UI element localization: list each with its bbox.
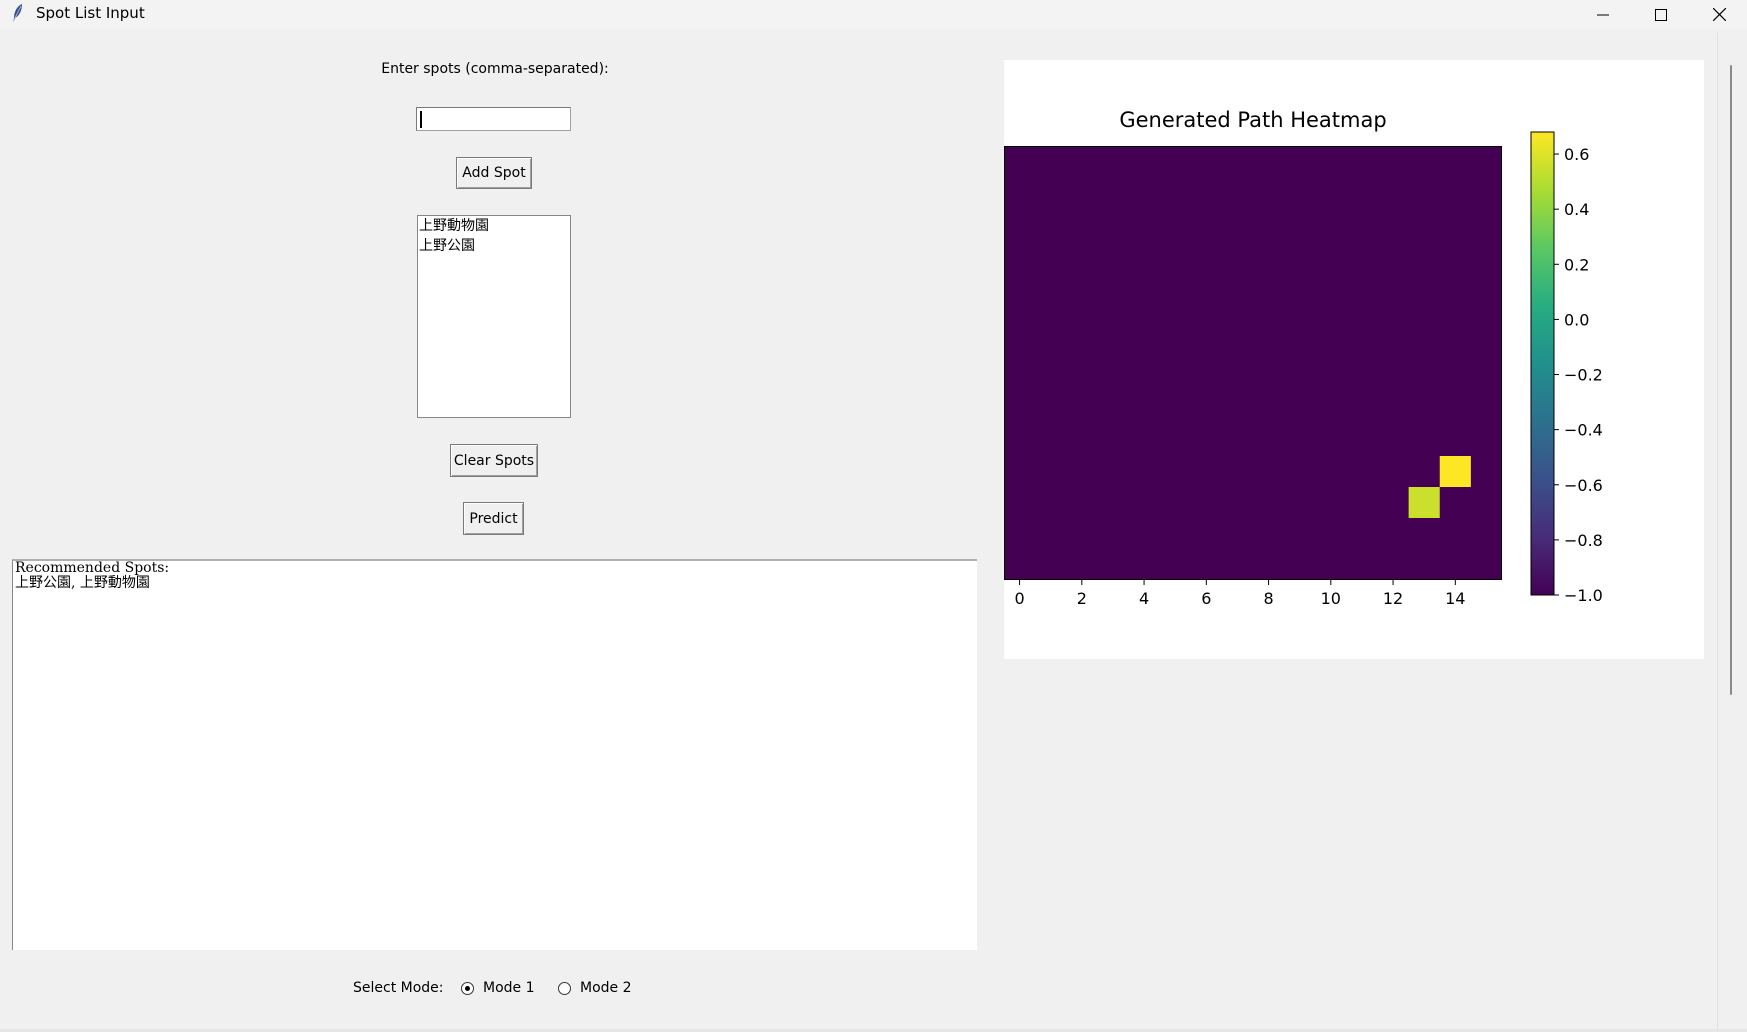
enter-spots-label: Enter spots (comma-separated):: [381, 61, 609, 77]
result-heading: Recommended Spots:: [15, 560, 170, 576]
heatmap-figure: Generated Path Heatmap 0 2 4 6 8 10 12 14 0.6 0.4 0…: [1004, 60, 1704, 659]
x-tick-label: 4: [1139, 589, 1149, 608]
spot-input[interactable]: [416, 107, 571, 131]
x-tick-label: 12: [1383, 589, 1403, 608]
text-caret: [420, 111, 422, 128]
add-spot-button[interactable]: Add Spot: [456, 157, 532, 189]
spot-listbox[interactable]: 上野動物園 上野公園: [417, 215, 571, 418]
mode-1-label[interactable]: Mode 1: [483, 980, 535, 996]
clear-spots-button[interactable]: Clear Spots: [450, 444, 538, 477]
minimize-icon: [1597, 14, 1609, 15]
close-button[interactable]: [1690, 0, 1747, 29]
maximize-button[interactable]: [1632, 0, 1690, 29]
list-item[interactable]: 上野動物園: [418, 216, 570, 236]
colorbar-tick-label: −1.0: [1564, 586, 1603, 605]
colorbar: [1530, 131, 1555, 596]
x-tick-label: 8: [1263, 589, 1273, 608]
x-tick-label: 14: [1445, 589, 1465, 608]
vertical-scrollbar[interactable]: [1717, 33, 1747, 1032]
colorbar-tick-label: −0.8: [1564, 531, 1603, 550]
colorbar-tick-label: 0.4: [1564, 200, 1589, 219]
title-bar: Spot List Input: [0, 0, 1747, 29]
colorbar-tick-label: 0.2: [1564, 255, 1589, 274]
colorbar-tick-label: 0.6: [1564, 145, 1589, 164]
result-spots: 上野公園, 上野動物園: [15, 575, 150, 591]
colorbar-tick-label: −0.4: [1564, 421, 1603, 440]
mode-2-label[interactable]: Mode 2: [580, 980, 632, 996]
heatmap-cell: [1408, 487, 1440, 518]
scrollbar-thumb[interactable]: [1730, 65, 1732, 695]
x-tick-label: 0: [1014, 589, 1024, 608]
heatmap-cell: [1439, 456, 1471, 487]
chart-title: Generated Path Heatmap: [1119, 108, 1386, 132]
result-textarea[interactable]: Recommended Spots: 上野公園, 上野動物園: [12, 559, 977, 950]
predict-button[interactable]: Predict: [463, 502, 524, 535]
x-tick-label: 2: [1077, 589, 1087, 608]
x-tick-label: 10: [1321, 589, 1341, 608]
maximize-icon: [1655, 8, 1667, 21]
mode-2-radio[interactable]: [558, 982, 571, 995]
list-item[interactable]: 上野公園: [418, 236, 570, 256]
feather-icon: [13, 4, 22, 22]
x-tick-label: 6: [1201, 589, 1211, 608]
colorbar-tick-label: 0.0: [1564, 310, 1589, 329]
window-title: Spot List Input: [36, 4, 145, 22]
minimize-button[interactable]: [1574, 0, 1632, 29]
select-mode-label: Select Mode:: [353, 980, 444, 996]
heatmap-chart: Generated Path Heatmap 0 2 4 6 8 10 12 14 0.6 0.4 0…: [1004, 108, 1603, 608]
mode-1-radio[interactable]: [461, 982, 474, 995]
colorbar-tick-label: −0.2: [1564, 366, 1603, 385]
close-icon: [1712, 8, 1726, 21]
colorbar-tick-label: −0.6: [1564, 476, 1603, 495]
